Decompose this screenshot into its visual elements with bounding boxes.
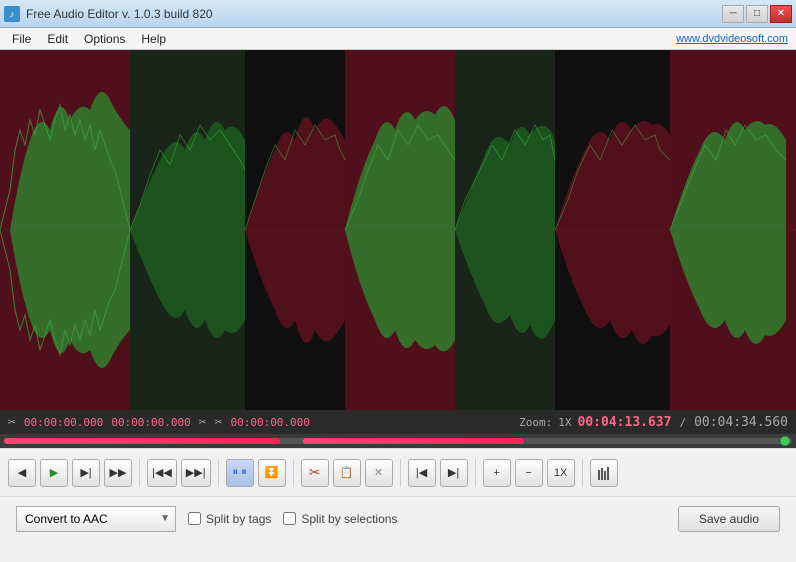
forward-button[interactable]: ▶▶ bbox=[104, 459, 132, 487]
vol-up-button[interactable]: + bbox=[483, 459, 511, 487]
format-select[interactable]: Convert to AAC Convert to MP3 Convert to… bbox=[16, 506, 176, 532]
minimize-button[interactable]: ─ bbox=[722, 5, 744, 23]
controls-bar: ◀ ▶ ▶| ▶▶ |◀◀ ▶▶| ⏸ ⏸ ⏬ ✂ 📋 ✕ |◀ ▶| + − … bbox=[0, 448, 796, 496]
title-bar: ♪ Free Audio Editor v. 1.0.3 build 820 ─… bbox=[0, 0, 796, 28]
cut-icon: ✂ bbox=[8, 415, 16, 430]
play-fwd-button[interactable]: ▶| bbox=[72, 459, 100, 487]
vol-down-button[interactable]: − bbox=[515, 459, 543, 487]
bottom-bar: Convert to AAC Convert to MP3 Convert to… bbox=[0, 496, 796, 540]
remove-button[interactable]: ✕ bbox=[365, 459, 393, 487]
skip-end-button[interactable]: ▶▶| bbox=[181, 459, 211, 487]
separator-6 bbox=[582, 459, 583, 487]
waveform-container[interactable] bbox=[0, 50, 796, 410]
separator-5 bbox=[475, 459, 476, 487]
marker-time: 00:00:00.000 bbox=[230, 416, 309, 429]
current-time-display: 00:04:13.637 bbox=[578, 415, 672, 430]
separator-3 bbox=[293, 459, 294, 487]
play-button[interactable]: ▶ bbox=[40, 459, 68, 487]
time-separator: / bbox=[679, 416, 686, 429]
cut-icon3: ✂ bbox=[215, 415, 223, 430]
skip-start-button[interactable]: |◀◀ bbox=[147, 459, 177, 487]
split-by-selections-checkbox[interactable] bbox=[283, 512, 296, 525]
title-bar-left: ♪ Free Audio Editor v. 1.0.3 build 820 bbox=[4, 6, 213, 22]
app-title: Free Audio Editor v. 1.0.3 build 820 bbox=[26, 7, 213, 21]
menu-edit[interactable]: Edit bbox=[39, 30, 76, 48]
website-link[interactable]: www.dvdvideosoft.com bbox=[676, 33, 792, 45]
split-by-selections-group[interactable]: Split by selections bbox=[283, 512, 397, 526]
split-by-tags-group[interactable]: Split by tags bbox=[188, 512, 271, 526]
end-button[interactable]: ▶| bbox=[440, 459, 468, 487]
stop-button[interactable]: ⏬ bbox=[258, 459, 286, 487]
start-time: 00:00:00.000 bbox=[24, 416, 103, 429]
separator-2 bbox=[218, 459, 219, 487]
seek-filled-1 bbox=[4, 438, 280, 444]
begin-button[interactable]: |◀ bbox=[408, 459, 436, 487]
time-bar: ✂ 00:00:00.000 00:00:00.000 ✂ ✂ 00:00:00… bbox=[0, 410, 796, 434]
format-select-wrapper[interactable]: Convert to AAC Convert to MP3 Convert to… bbox=[16, 506, 176, 532]
close-button[interactable]: ✕ bbox=[770, 5, 792, 23]
paste-button[interactable]: 📋 bbox=[333, 459, 361, 487]
save-audio-button[interactable]: Save audio bbox=[678, 506, 780, 532]
separator-1 bbox=[139, 459, 140, 487]
spectrum-button[interactable] bbox=[590, 459, 618, 487]
vol-1x-button[interactable]: 1X bbox=[547, 459, 575, 487]
separator-4 bbox=[400, 459, 401, 487]
seek-track[interactable] bbox=[4, 438, 792, 444]
zoom-level: 1X bbox=[558, 416, 571, 429]
menu-options[interactable]: Options bbox=[76, 30, 133, 48]
title-bar-controls: ─ □ ✕ bbox=[722, 5, 792, 23]
menu-items: File Edit Options Help bbox=[4, 30, 174, 48]
spectrum-icon bbox=[597, 466, 611, 480]
waveform-svg bbox=[0, 50, 796, 410]
zoom-label: Zoom: bbox=[519, 416, 552, 429]
end-time: 00:00:00.000 bbox=[111, 416, 190, 429]
rewind-button[interactable]: ◀ bbox=[8, 459, 36, 487]
menu-help[interactable]: Help bbox=[133, 30, 174, 48]
split-by-tags-checkbox[interactable] bbox=[188, 512, 201, 525]
app-icon: ♪ bbox=[4, 6, 20, 22]
cut-icon2: ✂ bbox=[199, 415, 207, 430]
pause-button[interactable]: ⏸ ⏸ bbox=[226, 459, 254, 487]
menu-bar: File Edit Options Help www.dvdvideosoft.… bbox=[0, 28, 796, 50]
maximize-button[interactable]: □ bbox=[746, 5, 768, 23]
zoom-info: Zoom: 1X 00:04:13.637 / 00:04:34.560 bbox=[519, 415, 788, 430]
seek-bar[interactable] bbox=[0, 434, 796, 448]
split-by-tags-label: Split by tags bbox=[206, 512, 271, 526]
menu-file[interactable]: File bbox=[4, 30, 39, 48]
split-by-selections-label: Split by selections bbox=[301, 512, 397, 526]
seek-filled-2 bbox=[303, 438, 524, 444]
cut-button[interactable]: ✂ bbox=[301, 459, 329, 487]
seek-dot bbox=[780, 436, 790, 446]
total-time-display: 00:04:34.560 bbox=[694, 415, 788, 430]
